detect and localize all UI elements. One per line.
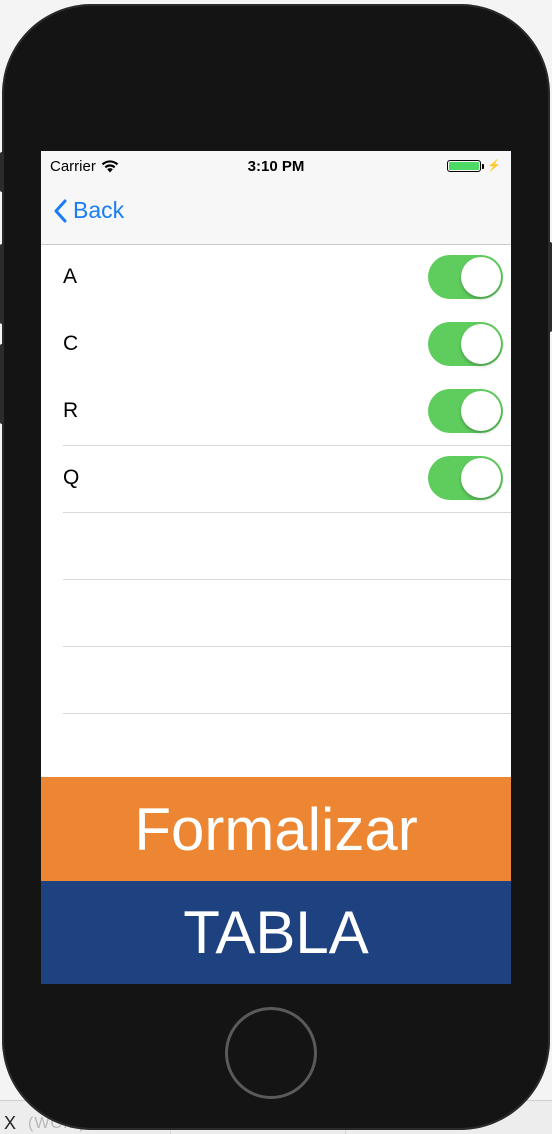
- formalizar-button[interactable]: Formalizar: [41, 777, 511, 881]
- empty-table-row: [63, 647, 511, 714]
- switch-knob: [461, 324, 501, 364]
- switch-knob: [461, 257, 501, 297]
- table-row: Q: [63, 446, 511, 513]
- device-screen: Carrier 3:10 PM ⚡ Back A C R Q Formaliza…: [41, 151, 511, 984]
- switch-knob: [461, 458, 501, 498]
- chevron-left-icon: [54, 199, 67, 222]
- empty-table-row: [63, 513, 511, 580]
- volume-up-button: [0, 244, 4, 324]
- table-row: C: [63, 312, 511, 379]
- empty-table-row: [63, 714, 511, 781]
- toggle-switch-r[interactable]: [428, 389, 503, 433]
- mute-switch: [0, 152, 4, 192]
- status-bar: Carrier 3:10 PM ⚡: [41, 151, 511, 181]
- empty-table-row: [63, 580, 511, 647]
- simulator-stage: X (WC...) Carrier 3:10 PM ⚡ Back A C R Q…: [0, 0, 552, 1134]
- toggle-switch-c[interactable]: [428, 322, 503, 366]
- row-label: A: [63, 265, 78, 288]
- row-label: R: [63, 399, 79, 422]
- table-row: A: [63, 245, 511, 312]
- power-button: [548, 242, 552, 332]
- back-button[interactable]: Back: [53, 197, 124, 224]
- navigation-bar: Back: [41, 181, 511, 245]
- toggle-table: A C R Q: [41, 245, 511, 781]
- home-button[interactable]: [225, 1007, 317, 1099]
- status-time: 3:10 PM: [247, 158, 305, 175]
- switch-knob: [461, 391, 501, 431]
- row-label: Q: [63, 466, 80, 489]
- host-x-label: X: [4, 1113, 17, 1133]
- toggle-switch-q[interactable]: [428, 456, 503, 500]
- back-label: Back: [73, 197, 125, 223]
- battery-level: [449, 162, 480, 170]
- toggle-switch-a[interactable]: [428, 255, 503, 299]
- battery-icon: ⚡: [447, 160, 501, 172]
- table-row: R: [63, 379, 511, 446]
- volume-down-button: [0, 344, 4, 424]
- row-label: C: [63, 332, 79, 355]
- charging-bolt-icon: ⚡: [487, 160, 501, 172]
- tabla-button[interactable]: TABLA: [41, 881, 511, 984]
